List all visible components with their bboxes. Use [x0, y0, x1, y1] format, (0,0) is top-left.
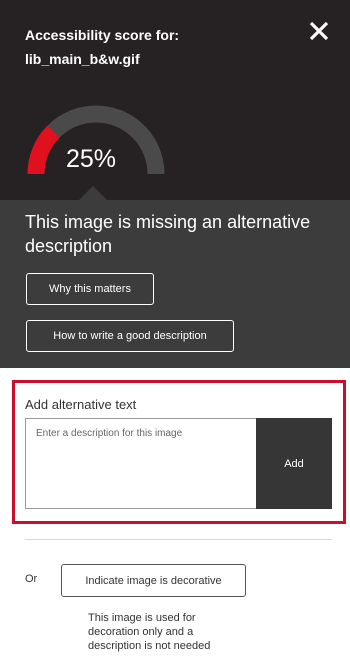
how-to-write-button[interactable]: How to write a good description: [26, 320, 234, 352]
gauge-pointer: [79, 186, 107, 200]
panel-title-label: Accessibility score for:: [25, 27, 180, 43]
alt-text-label: Add alternative text: [25, 397, 137, 412]
why-this-matters-button[interactable]: Why this matters: [26, 273, 154, 305]
image-filename: lib_main_b&w.gif: [25, 51, 140, 67]
score-gauge-fill: [27, 125, 60, 175]
indicate-decorative-button[interactable]: Indicate image is decorative: [61, 564, 246, 597]
close-button[interactable]: [304, 16, 334, 46]
missing-description-heading: This image is missing an alternative des…: [25, 212, 311, 256]
alt-text-input[interactable]: [25, 418, 256, 509]
section-divider: [25, 539, 332, 540]
decorative-note: This image is used for decoration only a…: [88, 612, 211, 652]
score-percentage: 25%: [66, 145, 117, 173]
add-button[interactable]: Add: [256, 418, 332, 509]
close-icon: [309, 21, 329, 41]
or-label: Or: [25, 573, 38, 585]
panel-title: Accessibility score for: lib_main_b&w.gi…: [25, 23, 285, 71]
